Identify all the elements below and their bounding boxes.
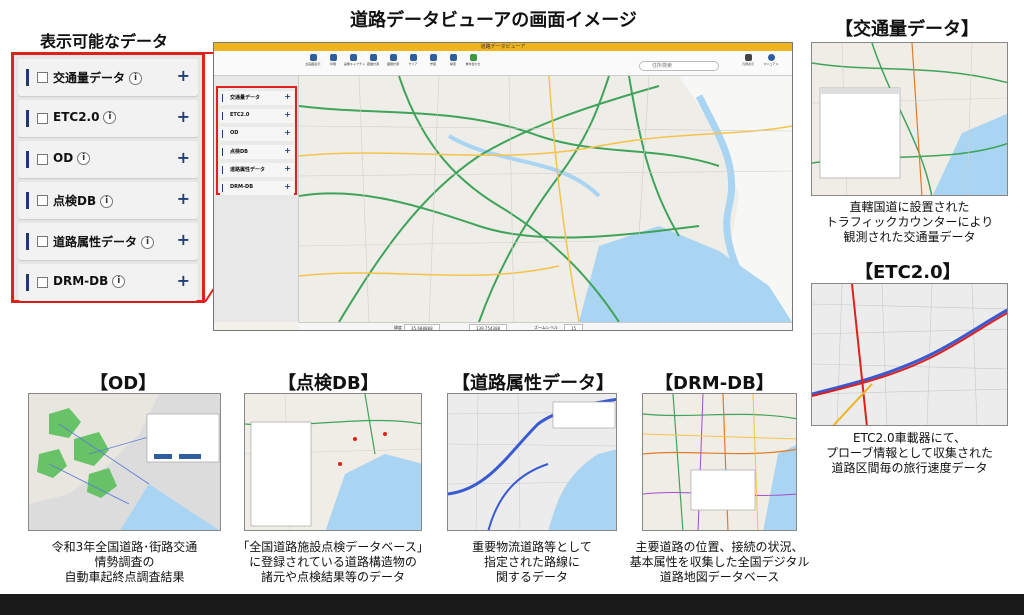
layer-row-traffic[interactable]: 交通量データ i + [18,59,198,96]
layer-checkbox[interactable] [37,72,48,83]
main-title: 道路データビューアの画面イメージ [350,10,637,31]
layer-row-od[interactable]: OD i + [18,141,198,178]
toolbar-button[interactable]: 作図 [424,54,442,66]
viewer-titlebar: 道路データビューア [214,43,792,51]
inspection-caption: 「全国道路施設点検データベース」 に登録されている道路構造物の 諸元や点検結果等のデ… [237,540,429,584]
map-graphic [299,76,792,322]
toolbar-button[interactable]: 検索 [444,54,462,66]
inspection-thumbnail [244,393,422,531]
viewer-layer-row[interactable]: ETC2.0 + [220,109,294,123]
info-icon[interactable]: i [129,72,143,85]
add-icon: + [284,164,291,173]
status-bar: 緯度 35.688888 139.754388 ズームレベル 15 [299,322,792,330]
left-heading: 表示可能なデータ [40,32,169,51]
zoom-label: ズームレベル [534,325,558,330]
layer-checkbox[interactable] [37,277,48,288]
viewer-window: 道路データビューア 全画面表示 印刷 画像キャプチャ 距離計測 面積計測 クリア… [213,42,793,331]
info-icon[interactable]: i [103,111,117,124]
toolbar-button[interactable]: マニュアル [762,54,780,66]
layer-label: 交通量データ [53,71,126,85]
inspection-title: 【点検DB】 [278,373,379,394]
add-icon: + [284,92,291,101]
add-icon[interactable]: + [177,230,190,249]
etc-thumbnail [811,283,1008,426]
layer-label: ETC2.0 [53,110,100,124]
add-icon[interactable]: + [177,66,190,85]
help-icon [767,54,775,61]
search-input[interactable]: 住所検索 [639,61,719,71]
add-icon[interactable]: + [177,107,190,126]
layer-label: OD [53,151,74,165]
od-caption: 令和3年全国道路･街路交通 情勢調査の 自動車起終点調査結果 [51,540,198,584]
layer-checkbox[interactable] [37,195,48,206]
viewer-layer-row[interactable]: 道路属性データ + [220,163,294,177]
od-thumbnail [28,393,221,531]
add-icon[interactable]: + [177,189,190,208]
capture-icon [349,54,357,61]
drm-thumbnail [642,393,797,531]
attributes-caption: 重要物流道路等として 指定された路線に 関するデータ [472,540,592,584]
draw-icon [429,54,437,61]
info-icon[interactable]: i [112,275,126,288]
layer-checkbox[interactable] [37,113,48,124]
footer-bar [0,594,1024,615]
add-icon: + [284,128,291,137]
layer-row-etc[interactable]: ETC2.0 i + [18,100,198,137]
add-icon: + [284,182,291,191]
attributes-thumbnail [447,393,617,531]
toolbar-button[interactable]: 重ね合わせ [464,54,482,66]
info-icon[interactable]: i [141,236,155,249]
viewer-layer-sidebar: 交通量データ + ETC2.0 + OD + 点検DB + 道路属性データ + DRM-D… [214,76,299,322]
toolbar-button[interactable]: 画像キャプチャ [344,54,365,66]
add-icon: + [284,110,291,119]
longitude-value: 139.754388 [469,324,508,330]
screen-icon [309,54,317,61]
toolbar-button[interactable]: 凡例表示 [739,54,757,66]
drm-title: 【DRM-DB】 [655,373,774,394]
toolbar-button[interactable]: 距離計測 [364,54,382,66]
traffic-caption: 直轄国道に設置された トラフィックカウンターにより 観測された交通量データ [825,200,994,244]
viewer-layer-row[interactable]: 交通量データ + [220,91,294,105]
traffic-thumbnail [811,42,1008,196]
info-icon[interactable]: i [100,195,114,208]
od-title: 【OD】 [90,373,157,394]
layer-row-attributes[interactable]: 道路属性データ i + [18,223,198,260]
highlight-frame: 交通量データ + ETC2.0 + OD + 点検DB + 道路属性データ + DRM-D… [216,86,297,195]
add-icon[interactable]: + [177,271,190,290]
measure-icon [369,54,377,61]
toolbar-button[interactable]: 印刷 [324,54,342,66]
drm-caption: 主要道路の位置、接続の状況、 基本属性を収集した全国デジタル 道路地図データベース [629,540,810,584]
add-icon[interactable]: + [177,148,190,167]
pin-icon [449,54,457,61]
layers-icon [469,54,477,61]
clear-icon [409,54,417,61]
layer-checkbox[interactable] [37,154,48,165]
list-icon [744,54,752,61]
layer-row-drm[interactable]: DRM-DB i + [18,264,198,301]
layer-checkbox[interactable] [37,236,48,247]
toolbar-button[interactable]: 面積計測 [384,54,402,66]
layer-label: 点検DB [53,194,97,208]
layer-row-inspection[interactable]: 点検DB i + [18,182,198,219]
attributes-title: 【道路属性データ】 [452,373,614,394]
etc-title: 【ETC2.0】 [855,262,961,283]
add-icon: + [284,146,291,155]
viewer-toolbar: 全画面表示 印刷 画像キャプチャ 距離計測 面積計測 クリア 作図 検索 重ね合… [214,51,792,76]
layer-label: DRM-DB [53,274,109,288]
layer-label: 道路属性データ [53,235,138,249]
area-icon [389,54,397,61]
info-icon[interactable]: i [77,152,91,165]
toolbar-button[interactable]: クリア [404,54,422,66]
traffic-title: 【交通量データ】 [835,19,979,40]
viewer-layer-row[interactable]: DRM-DB + [220,181,294,195]
latitude-value: 35.688888 [404,324,440,330]
etc-caption: ETC2.0車載器にて、 プローブ情報として収集された 道路区間毎の旅行速度データ [826,431,993,475]
viewer-layer-row[interactable]: OD + [220,127,294,141]
print-icon [329,54,337,61]
map-canvas[interactable] [299,76,792,322]
zoom-select[interactable]: 15 [564,324,584,330]
layer-panel-zoom: 交通量データ i + ETC2.0 i + OD i + 点検DB i + 道路属性デー… [11,52,205,303]
viewer-layer-row[interactable]: 点検DB + [220,145,294,159]
toolbar-button[interactable]: 全画面表示 [304,54,322,66]
